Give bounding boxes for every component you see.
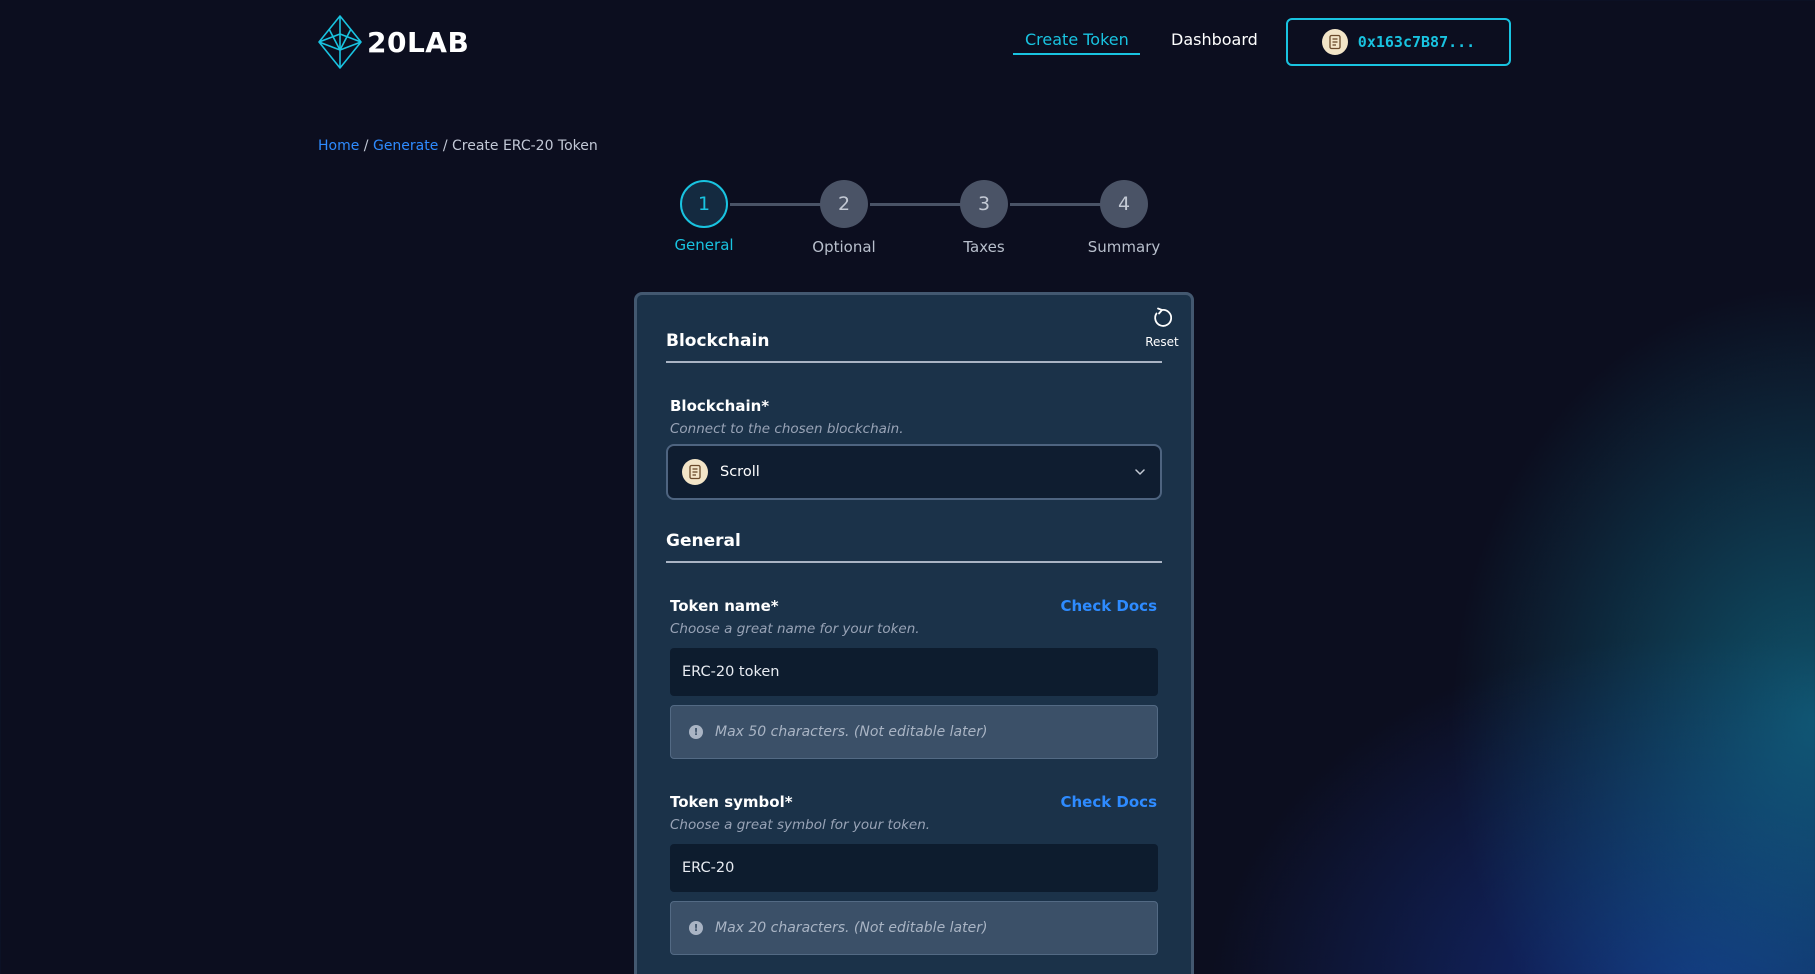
breadcrumb-generate[interactable]: Generate [373,138,438,154]
token-symbol-label: Token symbol* [670,793,793,811]
breadcrumb-separator: / [442,138,448,154]
step-number: 3 [960,180,1008,228]
blockchain-select[interactable]: Scroll [666,444,1162,500]
reset-button[interactable]: Reset [1140,306,1184,349]
info-icon: ! [689,725,703,739]
token-name-note: ! Max 50 characters. (Not editable later… [670,705,1158,759]
wallet-address: 0x163c7B87... [1357,33,1476,51]
token-name-input[interactable] [670,648,1158,696]
scroll-chain-icon [1321,29,1348,55]
step-label: Summary [1087,238,1161,256]
nav-create-token[interactable]: Create Token [1025,30,1129,49]
step-label: Optional [812,238,876,256]
step-summary[interactable]: 4 Summary [1074,180,1174,256]
logo[interactable]: 20LAB [317,14,469,70]
step-taxes[interactable]: 3 Taxes [934,180,1034,256]
step-general[interactable]: 1 General [654,180,754,254]
step-optional[interactable]: 2 Optional [794,180,894,256]
token-symbol-hint: Choose a great symbol for your token. [670,817,931,833]
logo-text: 20LAB [367,25,470,59]
reset-icon [1154,307,1173,327]
token-symbol-input[interactable] [670,844,1158,892]
section-divider [666,561,1162,563]
reset-label: Reset [1145,335,1179,349]
blockchain-hint: Connect to the chosen blockchain. [670,421,904,437]
info-icon: ! [689,921,703,935]
token-symbol-note-text: Max 20 characters. (Not editable later) [715,920,988,936]
wallet-button[interactable]: 0x163c7B87... [1286,18,1511,66]
diamond-logo-icon [318,15,362,69]
blockchain-label: Blockchain* [670,397,770,415]
breadcrumb: Home / Generate / Create ERC-20 Token [318,138,598,154]
section-title-blockchain: Blockchain [666,331,770,351]
step-label: Taxes [963,238,1005,256]
nav-active-underline [1013,53,1140,55]
step-number: 2 [820,180,868,228]
token-name-note-text: Max 50 characters. (Not editable later) [715,724,988,740]
token-name-hint: Choose a great name for your token. [670,621,920,637]
scroll-chain-icon [682,459,708,485]
blockchain-selected-value: Scroll [720,464,760,480]
step-number: 1 [680,180,728,228]
step-label: General [674,236,734,254]
step-number: 4 [1100,180,1148,228]
nav-dashboard[interactable]: Dashboard [1171,30,1258,49]
chevron-down-icon [1135,469,1145,475]
section-divider [666,361,1162,363]
top-header: 20LAB Create Token Dashboard 0x163c7B87.… [0,0,1815,90]
token-symbol-docs-link[interactable]: Check Docs [1060,793,1157,811]
breadcrumb-current: Create ERC-20 Token [451,138,598,154]
token-name-docs-link[interactable]: Check Docs [1060,597,1157,615]
token-name-label: Token name* [670,597,779,615]
breadcrumb-separator: / [363,138,369,154]
token-symbol-note: ! Max 20 characters. (Not editable later… [670,901,1158,955]
breadcrumb-home[interactable]: Home [318,138,359,154]
section-title-general: General [666,531,741,551]
progress-stepper: 1 General 2 Optional 3 Taxes 4 Summary [660,180,1180,260]
